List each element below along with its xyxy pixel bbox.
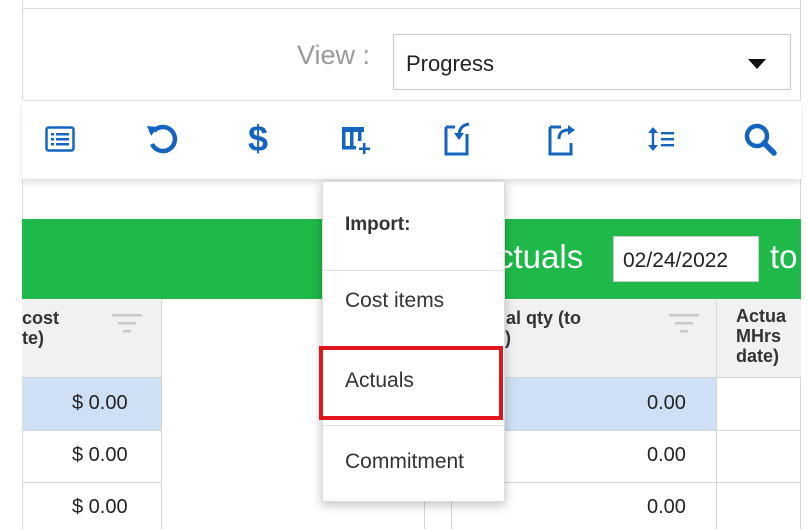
actuals-date-input[interactable]: 02/24/2022 [613, 236, 759, 282]
actuals-date-value: 02/24/2022 [623, 249, 729, 272]
cost-cell[interactable]: $ 0.00 [72, 496, 128, 519]
column-header-actual-mhrs[interactable]: Actua MHrs date) [717, 300, 801, 378]
column-header-actual-qty-label: ual qty (to e) [495, 308, 581, 348]
search-icon[interactable] [740, 119, 780, 159]
grid-line [161, 300, 162, 529]
menu-divider [323, 425, 504, 426]
view-select[interactable]: Progress [393, 34, 791, 90]
cost-cell[interactable]: $ 0.00 [72, 444, 128, 467]
toolbar: $ [22, 101, 801, 179]
view-label: View : [297, 40, 371, 70]
export-icon[interactable] [542, 119, 582, 159]
filter-icon[interactable] [669, 314, 699, 334]
import-dropdown-menu: Import: Cost items Actuals Commitment [322, 181, 505, 502]
import-menu-title: Import: [345, 214, 411, 235]
grid-line [22, 430, 161, 431]
column-header-cost-line1: cost [22, 308, 60, 328]
band-to-label: to [770, 238, 798, 275]
import-icon[interactable] [438, 119, 478, 159]
menu-divider [323, 270, 504, 271]
add-column-icon[interactable] [336, 119, 376, 159]
frame-top-border [22, 8, 801, 9]
list-icon[interactable] [40, 119, 80, 159]
actual-qty-cell[interactable]: 0.00 [647, 496, 686, 519]
column-header-actual-mhrs-line1: Actua [736, 306, 787, 326]
column-header-actual-qty-line2: e) [495, 328, 581, 348]
grid-line [22, 482, 161, 483]
band-title: ctuals [497, 238, 584, 275]
column-header-actual-mhrs-label: Actua MHrs date) [736, 306, 786, 366]
menu-item-commitment[interactable]: Commitment [345, 450, 464, 474]
filter-icon[interactable] [112, 314, 142, 334]
chevron-down-icon [748, 59, 766, 69]
cost-cell[interactable]: $ 0.00 [72, 392, 128, 415]
actuals-highlight-box [319, 346, 503, 420]
line-spacing-icon[interactable] [642, 119, 682, 159]
grid-line [716, 300, 717, 529]
column-header-cost[interactable]: cost te) [22, 300, 161, 378]
actual-qty-cell[interactable]: 0.00 [647, 444, 686, 467]
undo-icon[interactable] [142, 119, 182, 159]
view-select-value: Progress [406, 51, 495, 76]
svg-text:$: $ [248, 120, 268, 158]
column-header-actual-qty-line1: ual qty (to [495, 308, 581, 328]
column-header-actual-mhrs-line2: MHrs [736, 326, 782, 346]
menu-item-cost-items[interactable]: Cost items [345, 289, 444, 313]
actual-qty-cell[interactable]: 0.00 [647, 392, 686, 415]
dollar-icon[interactable]: $ [238, 119, 278, 159]
column-header-cost-line2: te) [22, 328, 44, 348]
column-header-cost-label: cost te) [22, 308, 59, 348]
column-header-actual-mhrs-line3: date) [736, 346, 780, 366]
